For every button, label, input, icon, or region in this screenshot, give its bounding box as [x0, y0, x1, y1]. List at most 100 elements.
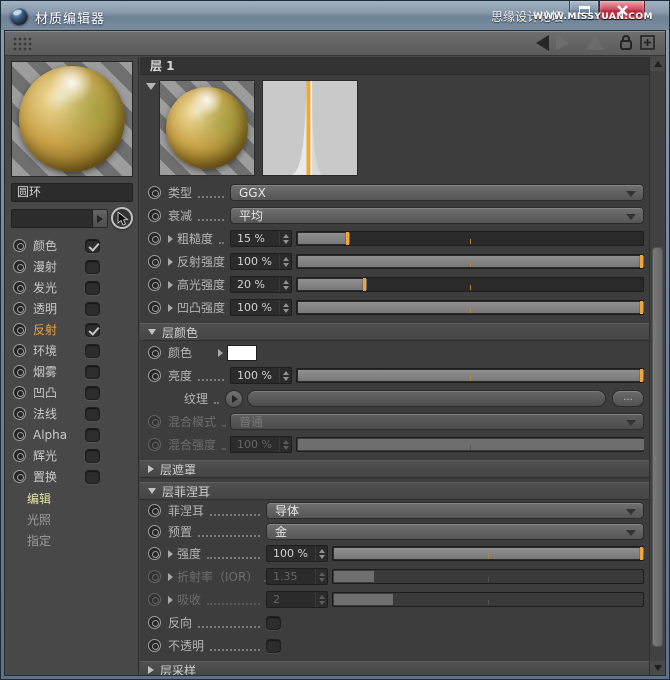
channel-checkbox[interactable] — [85, 428, 100, 442]
channel-checkbox[interactable] — [85, 470, 100, 484]
texture-path-field[interactable] — [247, 390, 606, 407]
radio-icon[interactable] — [148, 547, 161, 560]
type-dropdown[interactable]: GGX — [230, 184, 644, 201]
radio-icon[interactable] — [148, 209, 161, 222]
history-back-icon[interactable] — [536, 35, 549, 51]
radio-icon[interactable] — [148, 369, 161, 382]
expand-arrow-icon[interactable] — [168, 258, 173, 266]
reflection-strength-slider[interactable] — [296, 254, 644, 269]
channel-row-bump[interactable]: 凹凸 — [5, 382, 138, 403]
scroll-down-icon[interactable] — [650, 661, 665, 675]
radio-icon[interactable] — [148, 346, 161, 359]
slider-handle[interactable] — [640, 301, 643, 314]
slider-handle[interactable] — [640, 255, 643, 268]
channel-checkbox[interactable] — [85, 449, 100, 463]
expand-arrow-icon[interactable] — [168, 304, 173, 312]
pick-material-button[interactable] — [111, 207, 133, 229]
new-panel-plus-icon[interactable] — [640, 35, 655, 50]
spinner-arrows-icon[interactable] — [279, 300, 291, 315]
channel-row-color[interactable]: 颜色 — [5, 235, 138, 256]
spinner-arrows-icon[interactable] — [315, 546, 327, 561]
page-illumination[interactable]: 光照 — [5, 510, 138, 531]
radio-icon[interactable] — [148, 255, 161, 268]
drag-grip-icon[interactable] — [13, 37, 33, 51]
section-header-layer-sampling[interactable]: 层采样 — [140, 661, 649, 675]
texture-browse-button[interactable]: ... — [612, 390, 644, 407]
distribution-curve-thumbnail[interactable] — [262, 80, 358, 176]
page-editor[interactable]: 编辑 — [5, 489, 138, 510]
radio-icon[interactable] — [148, 232, 161, 245]
title-bar[interactable]: 材质编辑器 思缘设计论坛 WWW.MISSYUAN.COM — [1, 1, 669, 30]
spinner-arrows-icon[interactable] — [279, 231, 291, 246]
radio-icon[interactable] — [148, 301, 161, 314]
opaque-checkbox[interactable] — [266, 639, 281, 653]
color-swatch[interactable] — [227, 345, 257, 361]
section-header-layer-color[interactable]: 层颜色 — [140, 323, 649, 341]
slider-handle[interactable] — [640, 369, 643, 382]
bump-strength-slider[interactable] — [296, 300, 644, 315]
expand-arrow-icon[interactable] — [168, 235, 173, 243]
texture-popup-button[interactable] — [225, 390, 243, 408]
fresnel-strength-slider[interactable] — [332, 546, 644, 561]
collapse-arrow-icon[interactable] — [146, 83, 156, 90]
layer-sphere-thumbnail[interactable] — [159, 80, 255, 176]
scrollbar-thumb[interactable] — [652, 247, 663, 647]
slider-handle[interactable] — [640, 547, 643, 560]
fresnel-dropdown[interactable]: 导体 — [266, 502, 644, 519]
channel-row-displacement[interactable]: 置换 — [5, 466, 138, 487]
material-name-input[interactable]: 圆环 — [11, 183, 133, 202]
slider-handle[interactable] — [363, 278, 366, 291]
roughness-slider[interactable] — [296, 231, 644, 246]
radio-icon[interactable] — [148, 639, 161, 652]
channel-checkbox-checked[interactable] — [85, 323, 100, 337]
attenuation-dropdown[interactable]: 平均 — [230, 207, 644, 224]
roughness-spinner[interactable]: 15 % — [230, 230, 292, 247]
channel-checkbox[interactable] — [85, 386, 100, 400]
vertical-scrollbar[interactable] — [649, 57, 665, 675]
shader-popup-arrow-icon[interactable] — [93, 209, 108, 228]
channel-row-luminance[interactable]: 发光 — [5, 277, 138, 298]
channel-row-reflectance[interactable]: 反射 — [5, 319, 138, 340]
slider-handle[interactable] — [346, 232, 349, 245]
channel-row-alpha[interactable]: Alpha — [5, 424, 138, 445]
expand-arrow-icon[interactable] — [168, 281, 173, 289]
lock-icon[interactable] — [619, 34, 633, 51]
section-header-layer-mask[interactable]: 层遮罩 — [140, 460, 649, 478]
channel-row-transparency[interactable]: 透明 — [5, 298, 138, 319]
channel-checkbox-checked[interactable] — [85, 239, 100, 253]
channel-checkbox[interactable] — [85, 365, 100, 379]
shader-input[interactable] — [11, 209, 93, 228]
specular-strength-spinner[interactable]: 20 % — [230, 276, 292, 293]
preset-dropdown[interactable]: 金 — [266, 523, 644, 540]
radio-icon[interactable] — [148, 616, 161, 629]
channel-row-diffusion[interactable]: 漫射 — [5, 256, 138, 277]
specular-strength-slider[interactable] — [296, 277, 644, 292]
reflection-strength-spinner[interactable]: 100 % — [230, 253, 292, 270]
expand-arrow-icon[interactable] — [168, 550, 173, 558]
scroll-up-icon[interactable] — [650, 57, 665, 71]
spinner-arrows-icon[interactable] — [279, 277, 291, 292]
inverted-checkbox[interactable] — [266, 616, 281, 630]
bump-strength-spinner[interactable]: 100 % — [230, 299, 292, 316]
fresnel-strength-spinner[interactable]: 100 % — [266, 545, 328, 562]
spinner-arrows-icon[interactable] — [279, 254, 291, 269]
channel-checkbox[interactable] — [85, 260, 100, 274]
radio-icon[interactable] — [148, 504, 161, 517]
go-up-icon[interactable] — [586, 35, 604, 50]
layer-header[interactable]: 层 1 — [140, 57, 649, 75]
channel-checkbox[interactable] — [85, 407, 100, 421]
channel-checkbox[interactable] — [85, 281, 100, 295]
channel-checkbox[interactable] — [85, 344, 100, 358]
channel-row-glow[interactable]: 辉光 — [5, 445, 138, 466]
radio-icon[interactable] — [148, 278, 161, 291]
channel-row-environment[interactable]: 环境 — [5, 340, 138, 361]
radio-icon[interactable] — [148, 525, 161, 538]
radio-icon[interactable] — [148, 186, 161, 199]
section-header-layer-fresnel[interactable]: 层菲涅耳 — [140, 482, 649, 500]
material-preview[interactable] — [11, 61, 133, 177]
history-forward-icon[interactable] — [556, 35, 569, 51]
spinner-arrows-icon[interactable] — [279, 368, 291, 383]
page-assign[interactable]: 指定 — [5, 531, 138, 552]
brightness-spinner[interactable]: 100 % — [230, 367, 292, 384]
expand-arrow-icon[interactable] — [218, 349, 223, 357]
